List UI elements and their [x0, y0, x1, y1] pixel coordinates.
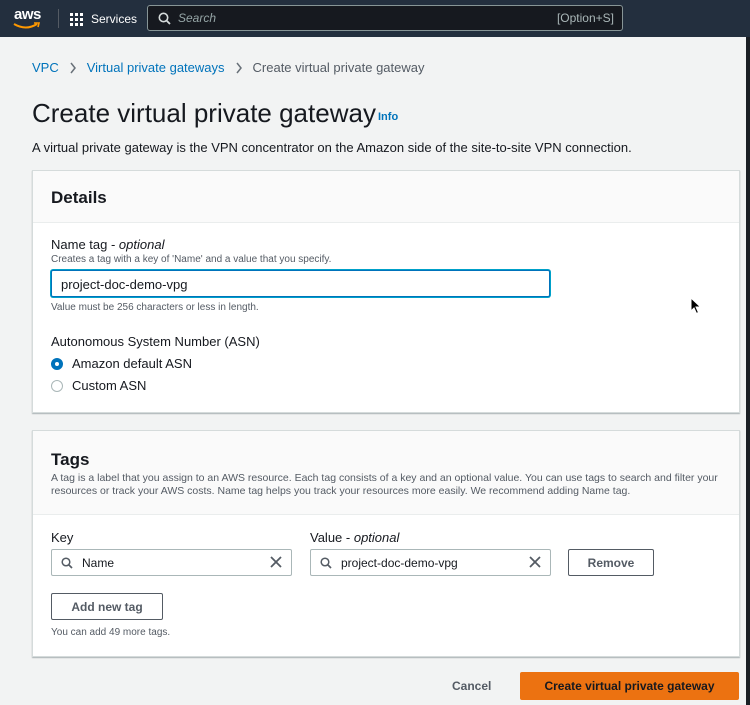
search-icon	[158, 12, 171, 25]
radio-label: Amazon default ASN	[72, 356, 192, 371]
add-new-tag-button[interactable]: Add new tag	[51, 593, 163, 620]
name-tag-value: project-doc-demo-vpg	[61, 277, 188, 292]
window-edge	[746, 37, 750, 705]
radio-unselected-icon	[51, 379, 63, 392]
tag-value-optional: optional	[353, 530, 400, 545]
search-shortcut-hint: [Option+S]	[556, 11, 614, 25]
mouse-pointer-icon	[690, 297, 702, 315]
services-label: Services	[91, 12, 138, 26]
grid-icon	[70, 12, 83, 26]
search-placeholder: Search	[178, 11, 217, 25]
search-icon	[61, 557, 73, 569]
services-menu-button[interactable]: Services	[70, 9, 137, 29]
tag-key-label: Key	[51, 530, 74, 545]
clear-icon[interactable]	[528, 555, 542, 569]
name-tag-input[interactable]: project-doc-demo-vpg	[51, 270, 550, 297]
asn-label: Autonomous System Number (ASN)	[51, 334, 260, 349]
remove-tag-button[interactable]: Remove	[568, 549, 654, 576]
top-navigation-bar: aws Services Search [Option+S]	[0, 0, 750, 37]
aws-smile-icon	[13, 22, 41, 29]
breadcrumb-current: Create virtual private gateway	[252, 60, 425, 75]
name-tag-constraint: Value must be 256 characters or less in …	[51, 302, 259, 313]
tags-description: A tag is a label that you assign to an A…	[51, 472, 718, 497]
search-icon	[320, 557, 332, 569]
name-tag-optional: optional	[118, 237, 165, 252]
info-link[interactable]: Info	[378, 111, 398, 123]
name-tag-label: Name tag - optional	[51, 237, 164, 252]
details-title: Details	[51, 188, 107, 207]
breadcrumb: VPC Virtual private gateways Create virt…	[32, 60, 425, 75]
tag-key-input[interactable]: Name	[51, 549, 292, 576]
topbar-divider	[58, 9, 59, 28]
tag-value-input[interactable]: project-doc-demo-vpg	[310, 549, 551, 576]
tag-value-value: project-doc-demo-vpg	[341, 556, 458, 570]
page-title: Create virtual private gateway	[32, 98, 376, 128]
tags-remaining-count: You can add 49 more tags.	[51, 627, 171, 638]
clear-icon[interactable]	[269, 555, 283, 569]
global-search-input[interactable]: Search [Option+S]	[147, 5, 623, 31]
details-header: Details	[33, 171, 739, 223]
page-description: A virtual private gateway is the VPN con…	[32, 140, 632, 155]
radio-custom-asn[interactable]: Custom ASN	[51, 378, 146, 393]
aws-logo-text: aws	[14, 6, 41, 23]
aws-logo[interactable]: aws	[12, 4, 46, 32]
tags-panel: Tags A tag is a label that you assign to…	[32, 430, 740, 657]
chevron-right-icon	[235, 62, 242, 73]
name-tag-hint: Creates a tag with a key of 'Name' and a…	[51, 254, 332, 265]
breadcrumb-virtual-private-gateways[interactable]: Virtual private gateways	[87, 60, 225, 75]
details-panel: Details Name tag - optional Creates a ta…	[32, 170, 740, 413]
breadcrumb-vpc[interactable]: VPC	[32, 60, 59, 75]
tag-value-label: Value - optional	[310, 530, 399, 545]
radio-amazon-default-asn[interactable]: Amazon default ASN	[51, 356, 192, 371]
radio-label: Custom ASN	[72, 378, 147, 393]
chevron-right-icon	[70, 62, 76, 73]
name-tag-label-text: Name tag -	[51, 237, 119, 252]
tag-key-value: Name	[82, 556, 115, 570]
main-content: VPC Virtual private gateways Create virt…	[4, 37, 750, 705]
cancel-button[interactable]: Cancel	[452, 679, 491, 693]
tag-value-label-text: Value -	[310, 530, 354, 545]
tags-header: Tags A tag is a label that you assign to…	[33, 431, 739, 515]
tags-title: Tags	[51, 450, 90, 469]
radio-selected-icon	[51, 357, 63, 370]
create-virtual-private-gateway-button[interactable]: Create virtual private gateway	[520, 672, 739, 700]
